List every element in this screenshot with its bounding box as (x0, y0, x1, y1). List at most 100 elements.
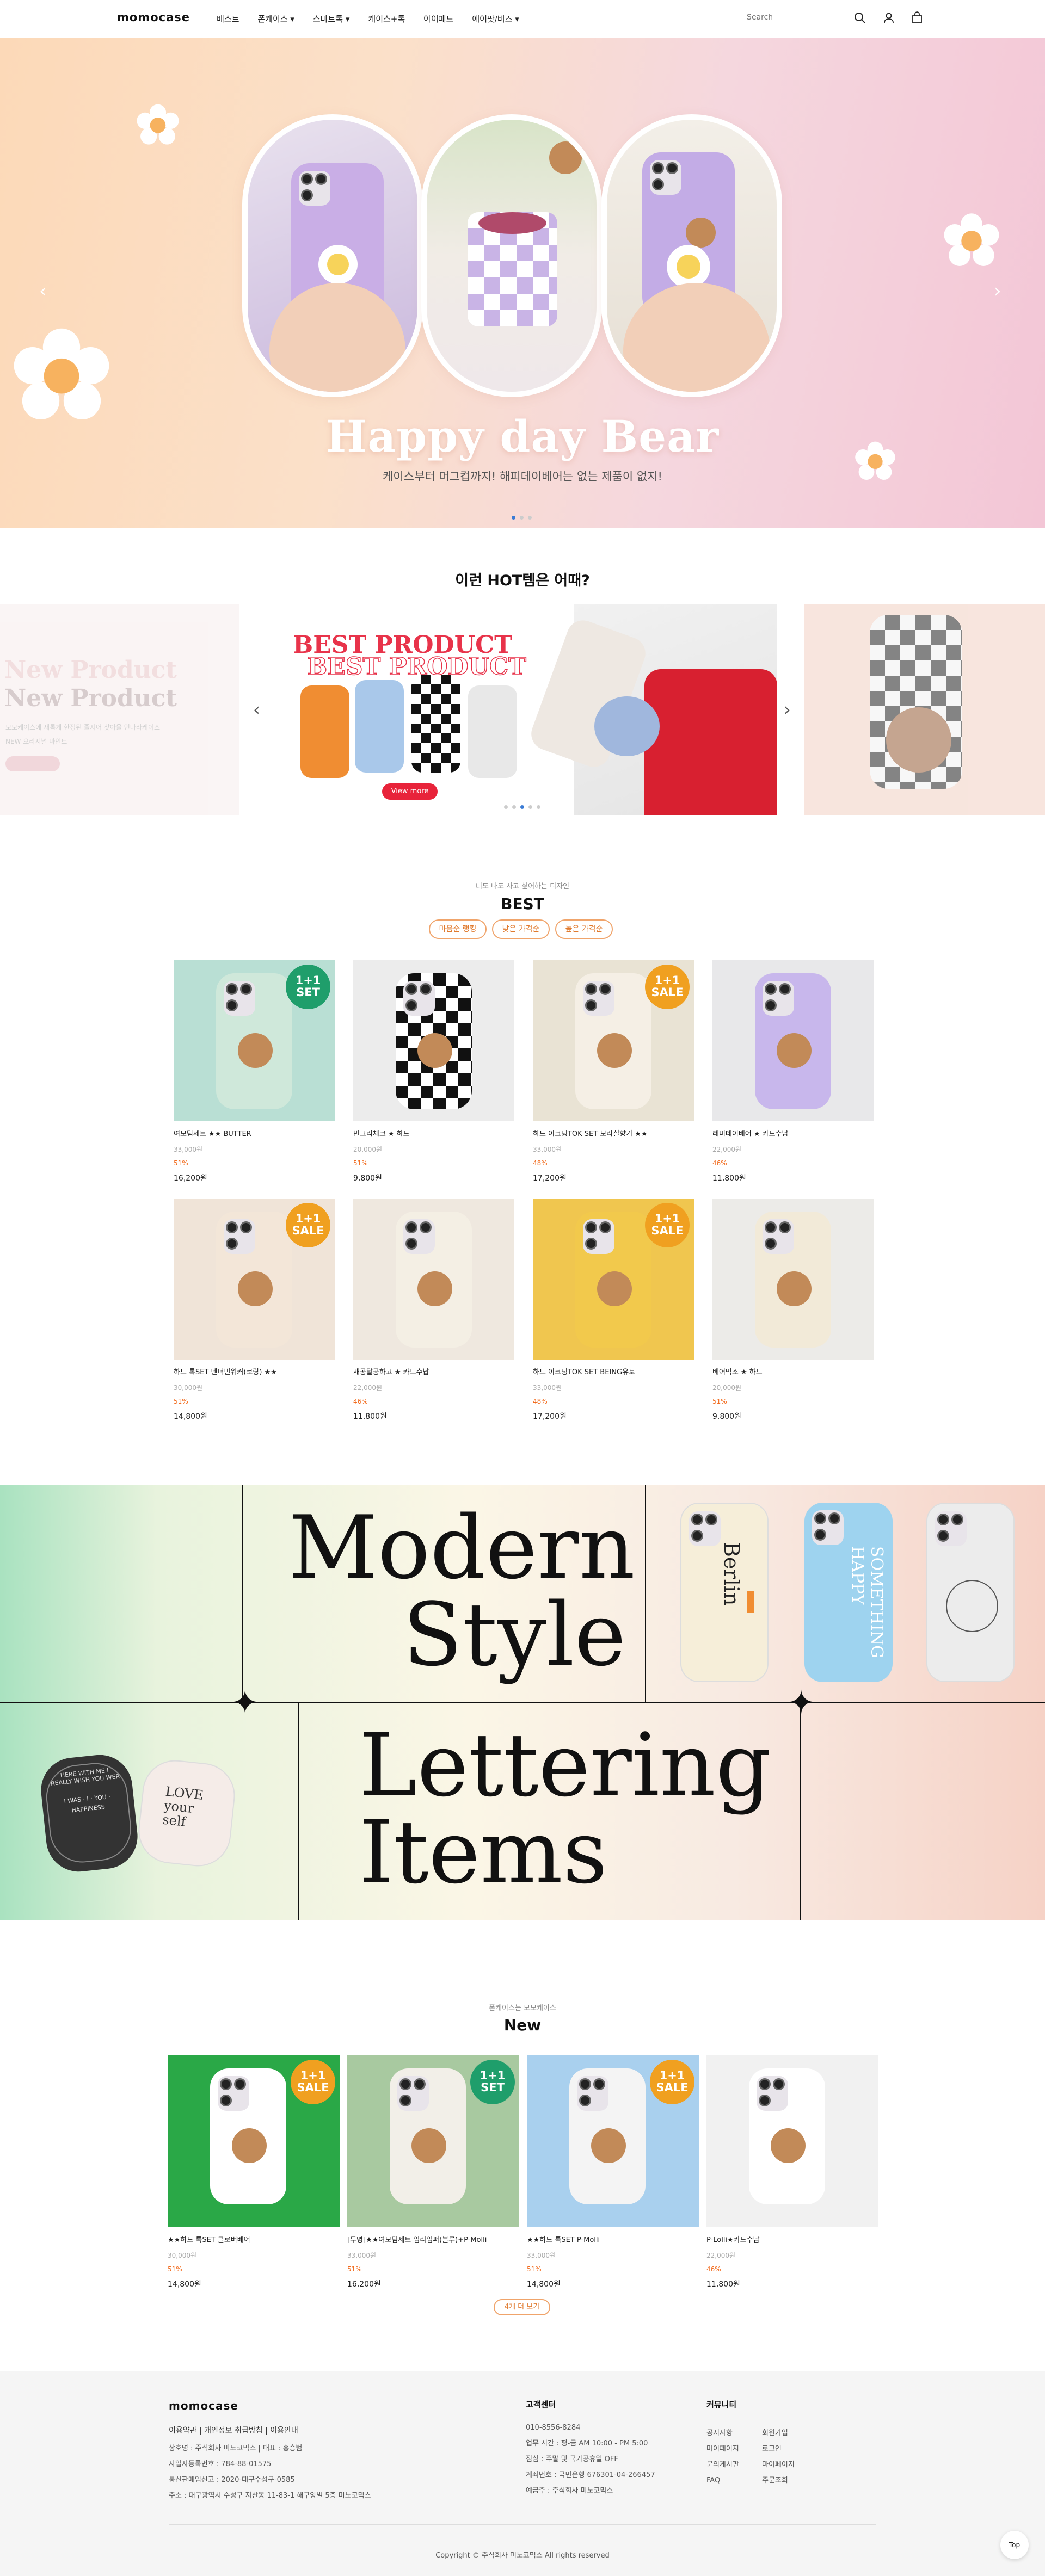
copyright: Copyright © 주식회사 미노코믹스 All rights reserv… (435, 2552, 610, 2560)
footer-community-col1[interactable]: 공지사항 마이페이지 문의게시판 FAQ (706, 2425, 739, 2488)
sale-price: 14,800원 (168, 2280, 201, 2289)
product-image[interactable]: 1+1 SALE (174, 1199, 335, 1360)
product-name[interactable]: ★★하드 톡SET 클로버베어 (168, 2234, 340, 2244)
hero-prev-arrow[interactable]: ‹ (39, 280, 47, 302)
search-input[interactable] (747, 10, 845, 25)
sale-price: 16,200원 (347, 2280, 381, 2289)
product-image[interactable]: 1+1 SET (347, 2055, 519, 2227)
discount-rate: 46% (706, 2265, 721, 2273)
footer-links[interactable]: 이용약관 | 개인정보 취급방침 | 이용안내 (169, 2423, 298, 2439)
footer-community: 커뮤니티 (706, 2400, 737, 2410)
hot-prev-arrow[interactable]: ‹ (253, 699, 260, 720)
product-card[interactable]: 1+1 SALE 하드 이크팅TOK SET BEING유토 33,000원 48% 1… (533, 1199, 694, 1422)
product-card[interactable]: 베어먹조 ★ 하드 20,000원 51% 9,800원 (712, 1199, 874, 1422)
banner-text: 모모케이스에 새롭게 한정된 줄지어 찾아올 인나라케이스 (5, 724, 161, 731)
banner-title-shadow: New Product (4, 684, 177, 712)
scroll-top-button[interactable]: Top (1000, 2531, 1029, 2559)
hero-pagination[interactable] (512, 516, 532, 520)
promo-badge: 1+1 SALE (645, 1203, 690, 1247)
nav-item-phonecase[interactable]: 폰케이스 ▾ (257, 13, 294, 24)
promo-banner[interactable]: ✦ ✦ Modern Style Berlin SOMETHING HAPPY … (0, 1485, 1045, 1920)
hero-title: Happy day Bear (325, 411, 720, 462)
product-image[interactable] (712, 1199, 874, 1360)
product-name[interactable]: 베어먹조 ★ 하드 (712, 1366, 874, 1376)
product-card[interactable]: P-Lolli★카드수납 22,000원 46% 11,800원 (706, 2055, 878, 2289)
phone-case-image (749, 2068, 825, 2204)
product-image[interactable] (353, 1199, 514, 1360)
product-image[interactable]: 1+1 SALE (527, 2055, 699, 2227)
cart-icon[interactable] (910, 11, 924, 25)
product-name[interactable]: 빈그리체크 ★ 하드 (353, 1128, 514, 1138)
phone-case-image (216, 1212, 292, 1348)
phone-case-image (396, 973, 472, 1109)
original-price: 22,000원 (712, 1146, 742, 1153)
phone-case-image (755, 1212, 831, 1348)
original-price: 30,000원 (168, 2252, 197, 2259)
product-image[interactable]: 1+1 SALE (533, 1199, 694, 1360)
new-title: New (503, 2016, 542, 2034)
nav-item-best[interactable]: 베스트 (217, 13, 239, 24)
sale-price: 11,800원 (353, 1412, 387, 1421)
items-title: Items (359, 1801, 608, 1903)
more-button[interactable]: 4개 더 보기 (494, 2299, 550, 2315)
discount-rate: 46% (353, 1398, 368, 1405)
badge-text: 1+1 SALE (651, 1212, 684, 1237)
hot-pagination[interactable] (504, 805, 540, 809)
product-name[interactable]: 레미데이베어 ★ 카드수납 (712, 1128, 874, 1138)
original-price: 33,000원 (533, 1384, 562, 1392)
product-card[interactable]: 1+1 SALE ★★하드 톡SET P-Molli 33,000원 51% 14,80… (527, 2055, 699, 2289)
tab-low-price[interactable]: 낮은 가격순 (492, 919, 550, 939)
hero-subtitle: 케이스부터 머그컵까지! 해피데이베어는 없는 제품이 없지! (383, 470, 662, 483)
hot-next-arrow[interactable]: › (784, 699, 791, 720)
nav-item-case-tok[interactable]: 케이스+톡 (368, 13, 405, 24)
hero-banner: ‹ › Happy day Bear 케이스부터 머그컵까지! 해피데이베어는 … (0, 38, 1045, 528)
nav-item-smarttok[interactable]: 스마트톡 ▾ (313, 13, 350, 24)
nav-item-ipad[interactable]: 아이패드 (423, 13, 453, 24)
product-image[interactable] (712, 960, 874, 1121)
product-card[interactable]: 빈그리체크 ★ 하드 20,000원 51% 9,800원 (353, 960, 514, 1183)
product-name[interactable]: 새공달공하고 ★ 카드수납 (353, 1366, 514, 1376)
product-card[interactable]: 1+1 SALE 하드 톡SET 덴더빈워커(코랑) ★★ 30,000원 51% 14… (174, 1199, 335, 1422)
promo-badge: 1+1 SET (286, 965, 330, 1009)
original-price: 33,000원 (533, 1146, 562, 1153)
product-card[interactable]: 1+1 SALE ★★하드 톡SET 클로버베어 30,000원 51% 14,800원 (168, 2055, 340, 2289)
hot-banner-right[interactable] (804, 604, 1045, 815)
discount-rate: 51% (168, 2265, 182, 2273)
view-more-button[interactable]: View more (382, 783, 438, 800)
product-card[interactable]: 새공달공하고 ★ 카드수납 22,000원 46% 11,800원 (353, 1199, 514, 1422)
badge-text: 1+1 SET (480, 2069, 506, 2094)
promo-badge: 1+1 SALE (650, 2060, 694, 2104)
user-icon[interactable] (882, 11, 896, 25)
nav-item-airpods[interactable]: 에어팟/버즈 ▾ (472, 13, 519, 24)
footer-logo: momocase (169, 2399, 238, 2412)
tab-high-price[interactable]: 높은 가격순 (555, 919, 613, 939)
product-card[interactable]: 1+1 SET [투명]★★여모팀세트 업리업퍼(블루)+P-Molli 33,00… (347, 2055, 519, 2289)
sale-price: 9,800원 (712, 1412, 741, 1421)
hot-banner-left[interactable]: New Product New Product 모모케이스에 새롭게 한정된 줄… (0, 604, 239, 815)
product-image[interactable] (353, 960, 514, 1121)
product-image[interactable]: 1+1 SET (174, 960, 335, 1121)
product-card[interactable]: 1+1 SET 여모팀세트 ★★ BUTTER 33,000원 51% 16,200원 (174, 960, 335, 1183)
hero-photo-2 (421, 114, 602, 397)
product-name[interactable]: 여모팀세트 ★★ BUTTER (174, 1128, 335, 1138)
product-image[interactable] (706, 2055, 878, 2227)
flower-decoration (944, 213, 999, 266)
search-icon[interactable] (853, 11, 867, 25)
hot-banner-center[interactable]: BEST PRODUCT BEST PRODUCT View more (269, 604, 777, 815)
product-card[interactable]: 1+1 SALE 하드 이크팅TOK SET 보라칠향기 ★★ 33,000원 48%… (533, 960, 694, 1183)
tab-popularity[interactable]: 마음순 랭킹 (429, 919, 487, 939)
product-image[interactable]: 1+1 SALE (533, 960, 694, 1121)
hero-next-arrow[interactable]: › (994, 280, 1001, 302)
product-name[interactable]: [투명]★★여모팀세트 업리업퍼(블루)+P-Molli (347, 2234, 519, 2244)
product-card[interactable]: 레미데이베어 ★ 카드수납 22,000원 46% 11,800원 (712, 960, 874, 1183)
footer-cs: 고객센터 010-8556-8284 업무 시간 : 평-금 AM 10:00 -… (526, 2400, 655, 2495)
product-name[interactable]: ★★하드 톡SET P-Molli (527, 2234, 699, 2244)
product-name[interactable]: P-Lolli★카드수납 (706, 2234, 878, 2244)
discount-rate: 51% (174, 1398, 188, 1405)
product-name[interactable]: 하드 이크팅TOK SET 보라칠향기 ★★ (533, 1128, 694, 1138)
site-logo[interactable]: momocase (117, 11, 190, 24)
footer-community-col2[interactable]: 회원가입 로그인 마이페이지 주문조회 (762, 2425, 795, 2488)
product-name[interactable]: 하드 톡SET 덴더빈워커(코랑) ★★ (174, 1366, 335, 1376)
product-image[interactable]: 1+1 SALE (168, 2055, 340, 2227)
product-name[interactable]: 하드 이크팅TOK SET BEING유토 (533, 1366, 694, 1376)
